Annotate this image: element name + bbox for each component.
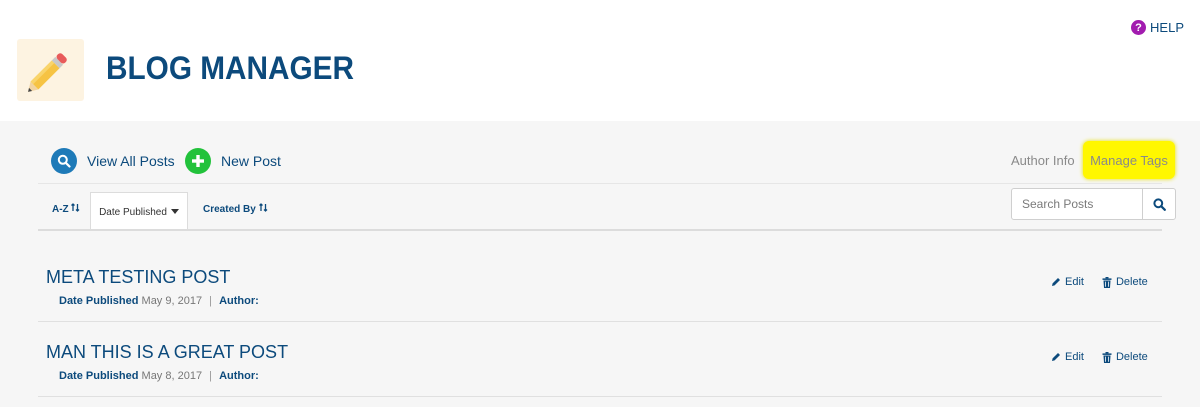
toolbar-divider (38, 183, 1162, 184)
search-icon (1152, 197, 1166, 211)
search-icon (51, 148, 77, 174)
new-post-button[interactable]: New Post (185, 148, 281, 174)
sort-az-label: A-Z (52, 204, 69, 215)
pencil-icon (1052, 278, 1060, 286)
question-circle-icon: ? (1131, 20, 1147, 35)
sort-arrows-icon (258, 203, 268, 212)
edit-button[interactable]: Edit (1051, 276, 1084, 288)
delete-button[interactable]: Delete (1102, 276, 1148, 288)
meta-separator: | (209, 295, 212, 307)
edit-label: Edit (1065, 276, 1084, 288)
trash-icon (1102, 351, 1112, 363)
view-all-posts-button[interactable]: View All Posts (51, 148, 175, 174)
date-published-label: Date Published (59, 370, 139, 382)
search-button[interactable] (1142, 189, 1175, 219)
post-title[interactable]: META TESTING POST (46, 267, 230, 288)
delete-label: Delete (1115, 276, 1148, 288)
sort-az-tab[interactable]: A-Z (52, 203, 80, 215)
manage-tags-button[interactable]: Manage Tags (1083, 141, 1175, 179)
post-actions: Edit Delete (1051, 276, 1148, 288)
post-actions: Edit Delete (1051, 351, 1148, 363)
help-label: HELP (1150, 20, 1184, 35)
sort-created-by-tab[interactable]: Created By (203, 203, 268, 215)
author-label: Author: (219, 370, 259, 382)
blog-panel: View All Posts New Post Author Info Mana… (0, 121, 1200, 407)
edit-label: Edit (1065, 351, 1084, 363)
search-input[interactable] (1012, 189, 1142, 219)
delete-label: Delete (1115, 351, 1148, 363)
author-label: Author: (219, 295, 259, 307)
post-divider (38, 396, 1162, 397)
post-title[interactable]: MAN THIS IS A GREAT POST (46, 342, 288, 363)
new-post-label: New Post (221, 153, 281, 169)
blog-logo (17, 39, 84, 101)
sort-created-label: Created By (203, 204, 256, 215)
search-box (1011, 188, 1176, 220)
edit-button[interactable]: Edit (1051, 351, 1084, 363)
app-header: ? HELP BLOG MANAGER (0, 0, 1200, 121)
date-published-label: Date Published (59, 295, 139, 307)
meta-separator: | (209, 370, 212, 382)
author-info-link[interactable]: Author Info (1011, 153, 1075, 168)
post-divider (38, 321, 1162, 322)
post-date: May 8, 2017 (141, 370, 203, 382)
caret-down-icon (170, 209, 179, 214)
view-all-posts-label: View All Posts (87, 153, 175, 169)
help-link[interactable]: ? HELP (1131, 20, 1184, 35)
sort-arrows-icon (71, 203, 80, 212)
post-meta: Date Published May 8, 2017 | Author: (59, 370, 259, 382)
sort-tabs-underline (38, 229, 1162, 231)
plus-icon (185, 148, 211, 174)
delete-button[interactable]: Delete (1102, 351, 1148, 363)
post-meta: Date Published May 9, 2017 | Author: (59, 295, 259, 307)
pencil-icon (28, 53, 67, 92)
page-title: BLOG MANAGER (106, 50, 354, 86)
sort-date-published-tab[interactable]: Date Published (90, 192, 188, 231)
pencil-icon (1052, 353, 1060, 361)
trash-icon (1102, 276, 1112, 288)
post-date: May 9, 2017 (141, 295, 203, 307)
sort-date-label: Date Published (99, 206, 167, 218)
